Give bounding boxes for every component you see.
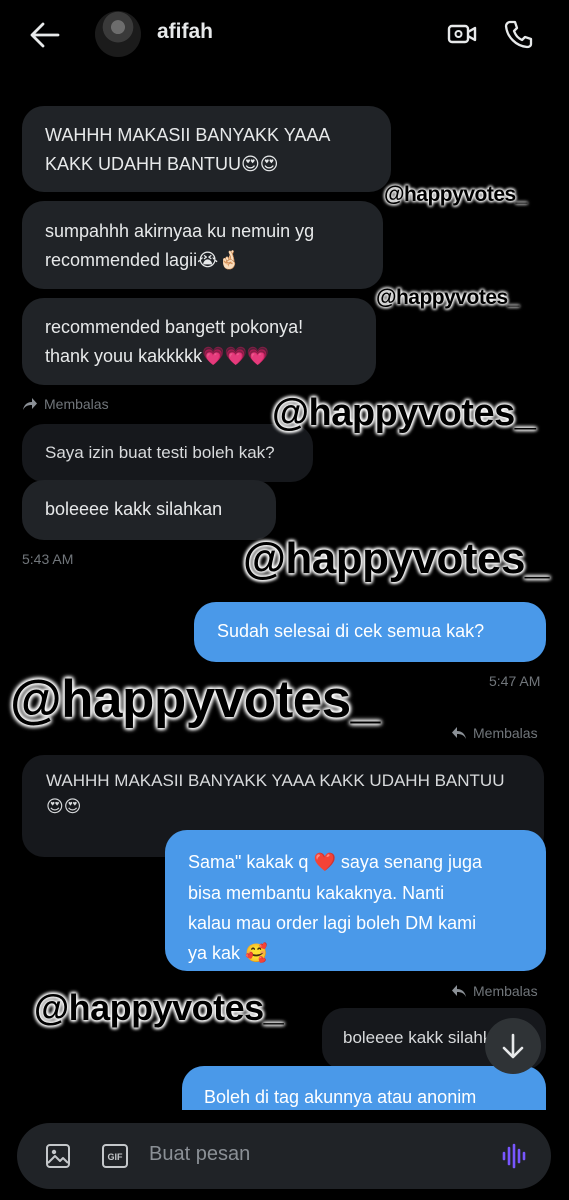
received-message[interactable]: sumpahhh akirnyaa ku nemuin yg recommend… [22, 201, 383, 289]
message-text: Sama" kakak q [188, 852, 309, 872]
watermark: @happyvotes_ [243, 534, 549, 583]
avatar[interactable] [95, 11, 141, 57]
message-text: recommended lagii [45, 250, 198, 270]
reply-label: Membalas [44, 396, 109, 412]
message-text: ya kak [188, 943, 241, 963]
received-message[interactable]: WAHHH MAKASII BANYAKK YAAA KAKK UDAHH BA… [22, 106, 391, 192]
message-text-line: recommended lagii😭🤞🏻 [45, 246, 383, 275]
emoji: 😭🤞🏻 [197, 250, 241, 271]
gif-icon[interactable]: GIF [101, 1143, 129, 1169]
quoted-text: WAHHH MAKASII BANYAKK YAAA KAKK UDAHH BA… [46, 771, 505, 790]
watermark: @happyvotes_ [272, 392, 536, 434]
image-icon[interactable] [45, 1143, 71, 1169]
sent-message[interactable]: Sudah selesai di cek semua kak? [194, 602, 546, 662]
contact-name[interactable]: afifah [157, 20, 213, 44]
message-text: Boleh di tag akunnya atau anonim [204, 1087, 477, 1107]
message-text-line: ya kak 🥰 [188, 938, 546, 969]
scroll-to-bottom-button[interactable] [485, 1018, 541, 1074]
reply-label: Membalas [473, 725, 538, 741]
received-message[interactable]: boleeee kakk silahkan [22, 480, 276, 540]
back-arrow-icon[interactable] [30, 22, 60, 48]
svg-text:GIF: GIF [108, 1152, 124, 1162]
message-input[interactable]: Buat pesan [149, 1143, 250, 1166]
message-text: bisa membantu kakaknya. Nanti [188, 883, 445, 903]
message-text: kalau mau order lagi boleh DM kami [188, 913, 477, 933]
message-text: Sudah selesai di cek semua kak? [217, 621, 485, 641]
reply-arrow-icon [452, 985, 466, 997]
emoji: 😍😍 [46, 797, 82, 817]
emoji: 💗💗💗 [202, 346, 270, 367]
message-text: sumpahhh akirnyaa ku nemuin yg [45, 221, 315, 241]
message-text: KAKK UDAHH BANTUU [45, 154, 242, 174]
message-timestamp: 5:43 AM [22, 551, 74, 567]
emoji: 🥰 [245, 943, 268, 964]
sent-message[interactable]: Sama" kakak q ❤️ saya senang juga bisa m… [165, 830, 546, 971]
message-text: WAHHH MAKASII BANYAKK YAAA [45, 125, 331, 145]
emoji: 😍😍 [241, 154, 279, 175]
reply-arrow-icon [23, 398, 37, 410]
watermark: @happyvotes_ [384, 183, 527, 206]
reply-indicator: Membalas [22, 396, 109, 412]
video-call-icon[interactable] [446, 18, 478, 50]
watermark: @happyvotes_ [10, 670, 380, 729]
watermark: @happyvotes_ [34, 987, 284, 1028]
quoted-text: Saya izin buat testi boleh kak? [45, 443, 275, 462]
message-text-line: thank youu kakkkkk💗💗💗 [45, 342, 376, 371]
message-text-line: KAKK UDAHH BANTUU😍😍 [45, 150, 391, 179]
reply-label: Membalas [473, 983, 538, 999]
reply-indicator: Membalas [451, 983, 538, 999]
arrow-down-icon [502, 1033, 524, 1059]
message-text: saya senang juga [340, 852, 483, 872]
voice-message-icon[interactable] [501, 1143, 529, 1169]
message-text-line: Sama" kakak q ❤️ saya senang juga [188, 847, 546, 878]
phone-call-icon[interactable] [503, 18, 535, 50]
message-composer: GIF Buat pesan [17, 1123, 551, 1189]
message-text: recommended bangett pokonya! [45, 317, 304, 337]
reply-indicator: Membalas [451, 725, 538, 741]
message-text: thank youu kakkkkk [45, 346, 203, 366]
heart-emoji: ❤️ [313, 852, 336, 873]
quoted-message[interactable]: Saya izin buat testi boleh kak? [22, 424, 313, 482]
message-timestamp: 5:47 AM [489, 673, 541, 689]
chat-header: afifah [0, 0, 569, 70]
received-message[interactable]: recommended bangett pokonya! thank youu … [22, 298, 376, 385]
watermark: @happyvotes_ [376, 286, 519, 309]
message-text: boleeee kakk silahkan [45, 499, 223, 519]
reply-arrow-icon [452, 727, 466, 739]
